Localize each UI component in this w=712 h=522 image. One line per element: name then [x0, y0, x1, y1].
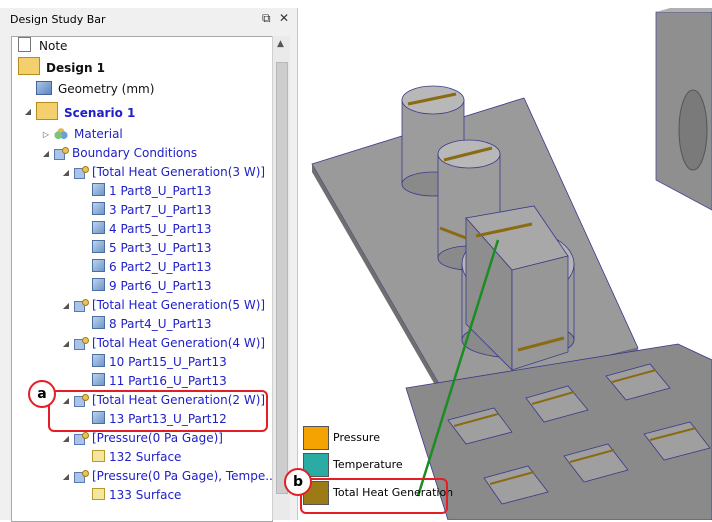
enclosure-top: [656, 8, 712, 12]
tree-item-part[interactable]: 5 Part3_U_Part13: [92, 239, 212, 258]
tree-item-bc-group[interactable]: ◢ [Total Heat Generation(4 W)]: [63, 334, 265, 353]
tree-item-part[interactable]: 1 Part8_U_Part13: [92, 182, 212, 201]
collapse-icon[interactable]: ◢: [60, 296, 72, 315]
design-folder-icon: [18, 57, 40, 75]
close-icon[interactable]: ✕: [279, 11, 289, 25]
callout-a: a: [28, 380, 56, 408]
collapse-icon[interactable]: ◢: [60, 334, 72, 353]
scrollbar-thumb[interactable]: [276, 62, 288, 494]
design-tree: Note Design 1 Geometry (mm) ◢ Scenario 1…: [11, 36, 273, 522]
tree-item-scenario[interactable]: ◢ Scenario 1: [25, 102, 135, 121]
panel-title: Design Study Bar: [10, 13, 106, 26]
tree-item-material[interactable]: ▷ Material: [43, 125, 123, 144]
tree-item-boundary-conditions[interactable]: ◢ Boundary Conditions: [43, 144, 197, 163]
surface-icon: [92, 488, 105, 500]
scenario-folder-icon: [36, 102, 58, 120]
collapse-icon[interactable]: ◢: [22, 102, 34, 121]
tree-item-surface[interactable]: 133 Surface: [92, 486, 181, 505]
collapse-icon[interactable]: ◢: [60, 163, 72, 182]
part-icon: [92, 278, 105, 291]
tree-item-part[interactable]: 4 Part5_U_Part13: [92, 220, 212, 239]
design-study-bar: Design Study Bar ⧉ ✕ Note Design 1 Geome…: [0, 8, 298, 522]
tree-item-note[interactable]: Note: [18, 37, 67, 56]
box-component-front: [511, 255, 569, 371]
surface-icon: [92, 450, 105, 462]
part-icon: [92, 259, 105, 272]
part-icon: [92, 221, 105, 234]
pin-icon[interactable]: ⧉: [262, 11, 271, 26]
pressure-icon: [74, 470, 89, 483]
part-icon: [92, 240, 105, 253]
expand-icon[interactable]: ▷: [40, 125, 52, 144]
heat-generation-icon: [74, 337, 89, 350]
highlight-box-b: [300, 478, 448, 514]
tree-item-part[interactable]: 3 Part7_U_Part13: [92, 201, 212, 220]
tree-item-part[interactable]: 11 Part16_U_Part13: [92, 372, 227, 391]
tree-item-surface[interactable]: 132 Surface: [92, 448, 181, 467]
tree-item-part[interactable]: 6 Part2_U_Part13: [92, 258, 212, 277]
geometry-icon: [36, 81, 52, 95]
enclosure-hole: [678, 89, 708, 171]
heat-generation-icon: [74, 299, 89, 312]
part-icon: [92, 316, 105, 329]
material-icon: [54, 128, 68, 140]
collapse-icon[interactable]: ◢: [60, 467, 72, 486]
tree-item-bc-group[interactable]: ◢ [Total Heat Generation(3 W)]: [63, 163, 265, 182]
tree-item-part[interactable]: 8 Part4_U_Part13: [92, 315, 212, 334]
boundary-conditions-icon: [54, 147, 69, 160]
highlight-box-a: [48, 390, 268, 432]
panel-titlebar: Design Study Bar ⧉ ✕: [0, 8, 297, 30]
pressure-swatch: [303, 426, 329, 450]
part-icon: [92, 354, 105, 367]
part-icon: [92, 202, 105, 215]
note-icon: [18, 37, 31, 52]
collapse-icon[interactable]: ◢: [40, 144, 52, 163]
tree-scrollbar[interactable]: ▲: [272, 36, 290, 520]
pressure-icon: [74, 432, 89, 445]
heat-generation-icon: [74, 166, 89, 179]
tree-item-bc-group[interactable]: ◢ [Total Heat Generation(5 W)]: [63, 296, 265, 315]
scroll-up-icon[interactable]: ▲: [277, 39, 284, 49]
tree-item-part[interactable]: 10 Part15_U_Part13: [92, 353, 227, 372]
callout-b: b: [284, 468, 312, 496]
part-icon: [92, 373, 105, 386]
tree-item-part[interactable]: 9 Part6_U_Part13: [92, 277, 212, 296]
part-icon: [92, 183, 105, 196]
tree-item-geometry[interactable]: Geometry (mm): [36, 80, 154, 99]
tree-item-bc-group[interactable]: ◢ [Pressure(0 Pa Gage), Tempe...: [63, 467, 272, 486]
tree-item-design[interactable]: Design 1: [18, 57, 105, 76]
